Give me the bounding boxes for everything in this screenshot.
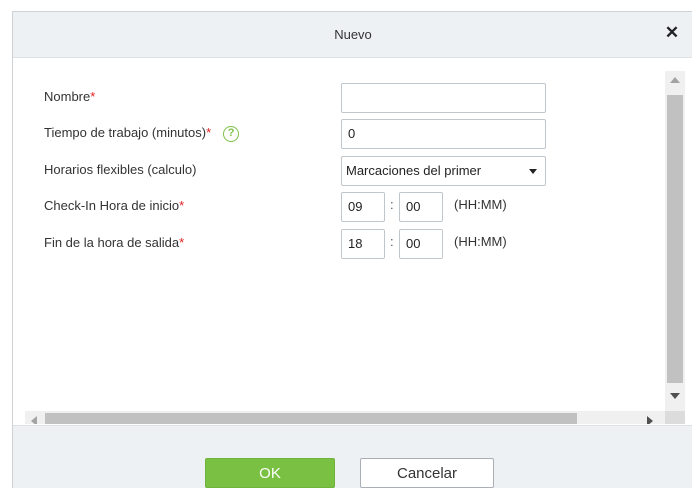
vertical-scrollbar[interactable] (665, 71, 685, 411)
time-separator: : (390, 234, 394, 249)
background-area (0, 410, 12, 488)
checkin-format-hint: (HH:MM) (454, 197, 507, 212)
tiempo-label-text: Tiempo de trabajo (minutos) (44, 125, 207, 140)
required-marker: * (90, 89, 96, 104)
cancel-button[interactable]: Cancelar (360, 458, 494, 488)
fin-hour-input[interactable]: 18 (341, 229, 385, 259)
scroll-down-arrow-icon[interactable] (670, 393, 680, 399)
scroll-up-arrow-icon[interactable] (670, 77, 680, 83)
nombre-label-text: Nombre (44, 89, 91, 104)
tiempo-label: Tiempo de trabajo (minutos)*? (44, 125, 240, 142)
horarios-selected-value: Marcaciones del primer (346, 163, 482, 178)
horarios-select[interactable]: Marcaciones del primer (341, 156, 546, 186)
tiempo-input[interactable]: 0 (341, 119, 546, 149)
checkin-label: Check-In Hora de inicio* (44, 198, 184, 213)
required-marker: * (179, 198, 185, 213)
dialog-titlebar: Nuevo ✕ (13, 12, 692, 58)
question-circle-icon[interactable]: ? (223, 125, 240, 142)
scrollbar-corner (665, 411, 685, 424)
scroll-left-arrow-icon[interactable] (31, 416, 37, 424)
dialog-nuevo: Nuevo ✕ Nombre* Tiempo de trabajo (minut… (12, 11, 692, 488)
caret-down-icon (529, 169, 537, 174)
nombre-label: Nombre* (44, 89, 95, 104)
required-marker: * (206, 125, 212, 140)
ok-button[interactable]: OK (205, 458, 335, 488)
dialog-footer: OK Cancelar (13, 425, 692, 488)
dialog-content: Nombre* Tiempo de trabajo (minutos)*? 0 … (13, 59, 692, 424)
fin-label: Fin de la hora de salida* (44, 235, 184, 250)
fin-format-hint: (HH:MM) (454, 234, 507, 249)
dialog-title: Nuevo (334, 27, 372, 42)
close-icon[interactable]: ✕ (663, 24, 681, 42)
fin-minute-input[interactable]: 00 (399, 229, 443, 259)
scroll-right-arrow-icon[interactable] (647, 416, 653, 424)
checkin-hour-input[interactable]: 09 (341, 192, 385, 222)
nombre-input[interactable] (341, 83, 546, 113)
vertical-scroll-thumb[interactable] (667, 95, 683, 383)
horarios-label: Horarios flexibles (calculo) (44, 162, 197, 177)
horizontal-scrollbar[interactable] (25, 411, 665, 424)
time-separator: : (390, 197, 394, 212)
horizontal-scroll-thumb[interactable] (45, 413, 577, 424)
required-marker: * (179, 235, 185, 250)
fin-label-text: Fin de la hora de salida (44, 235, 180, 250)
checkin-label-text: Check-In Hora de inicio (44, 198, 180, 213)
checkin-minute-input[interactable]: 00 (399, 192, 443, 222)
